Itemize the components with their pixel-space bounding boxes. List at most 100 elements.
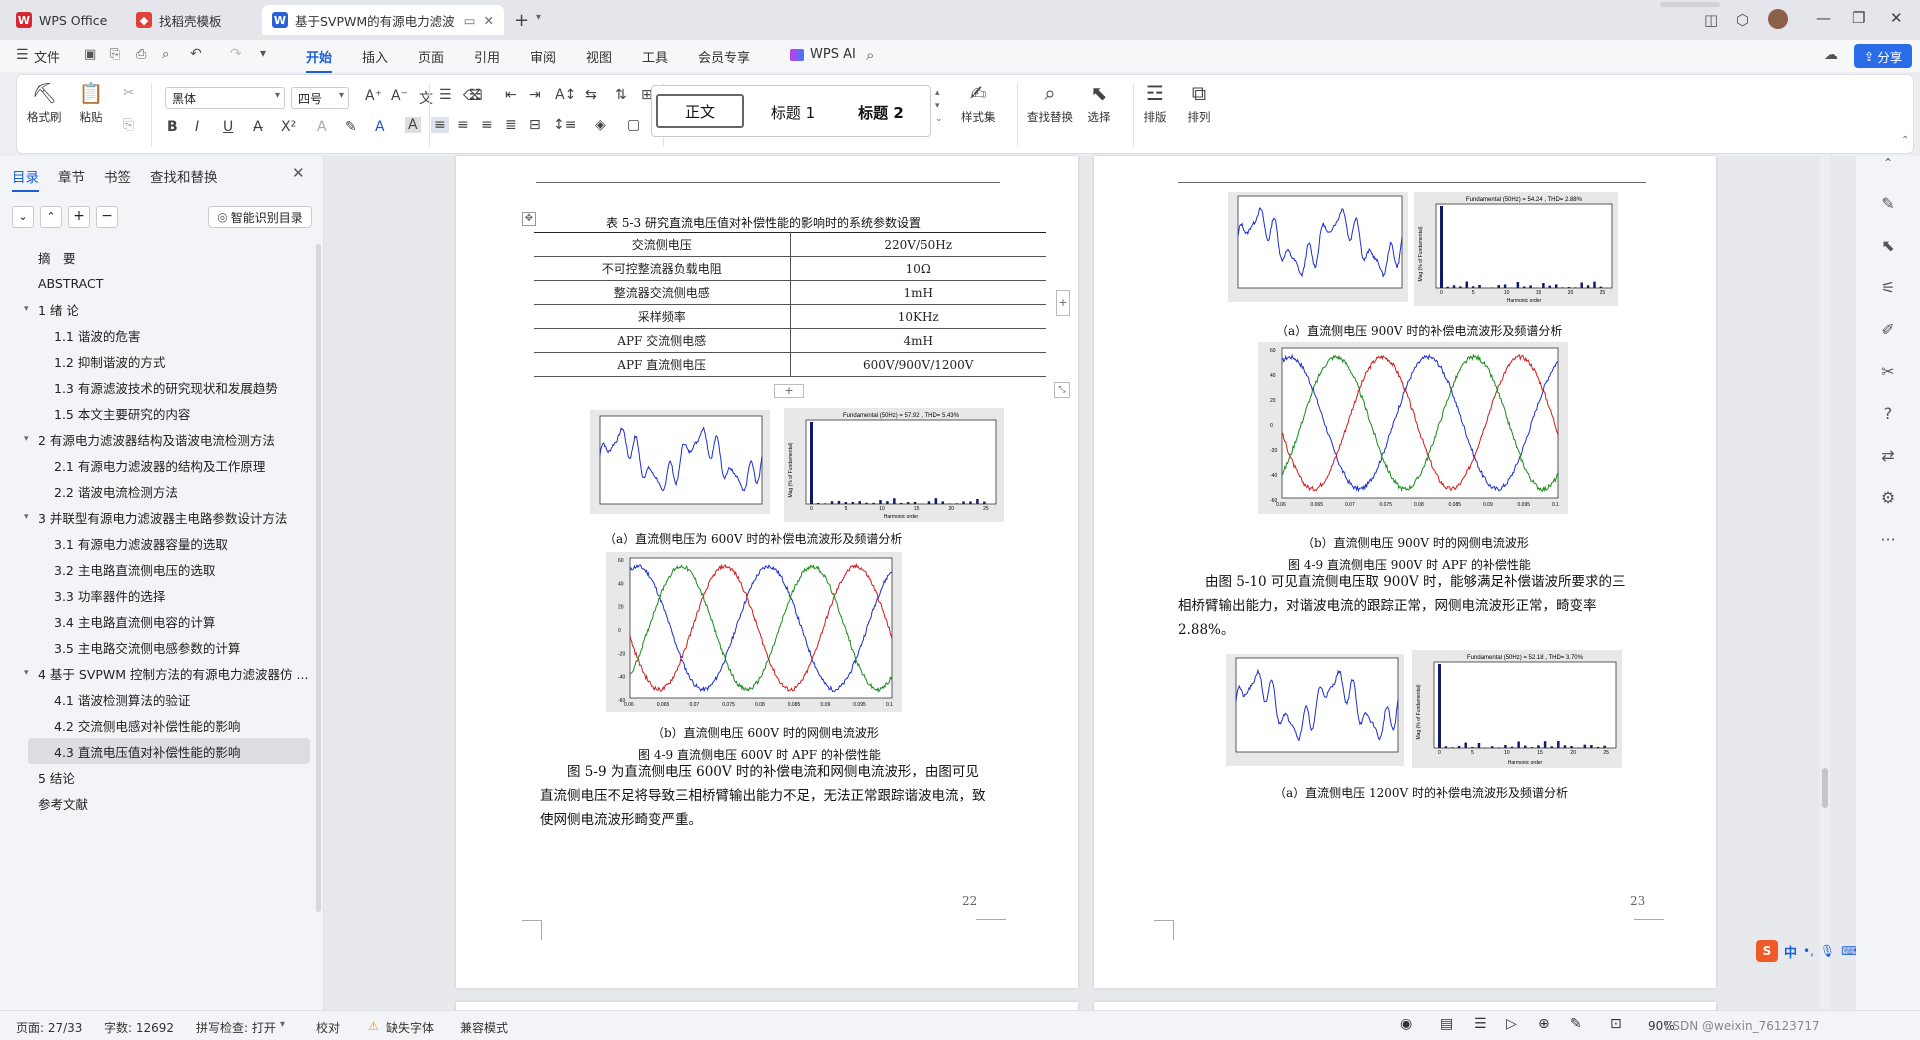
align-center-icon[interactable]: ≡: [457, 117, 469, 133]
minimize-icon[interactable]: —: [1816, 9, 1831, 27]
distribute-icon[interactable]: ⊟: [529, 117, 541, 133]
close-window-icon[interactable]: ✕: [1890, 9, 1903, 27]
toc-item[interactable]: 2.2 谐波电流检测方法: [0, 478, 324, 504]
pane-scrollbar[interactable]: [316, 244, 321, 912]
share-button[interactable]: ⇪ 分享: [1854, 44, 1912, 68]
layout-icon[interactable]: ◫: [1704, 11, 1718, 29]
toc-item[interactable]: 4.1 谐波检测算法的验证: [0, 686, 324, 712]
collapse-ribbon-icon[interactable]: ⌃: [1901, 135, 1909, 146]
sort-direction-icon[interactable]: ⇆: [585, 87, 597, 103]
pointer-icon[interactable]: ⬉: [1878, 236, 1898, 256]
settings-icon[interactable]: ⚙: [1878, 488, 1898, 508]
toc-item[interactable]: 3.4 主电路直流侧电容的计算: [0, 608, 324, 634]
font-size-select[interactable]: 四号: [291, 87, 349, 109]
smart-toc-button[interactable]: ◎ 智能识别目录: [208, 206, 312, 228]
shrink-font-icon[interactable]: A⁻: [391, 88, 408, 104]
toc-item[interactable]: ▾ 4 基于 SVPWM 控制方法的有源电力滤波器仿 ...: [0, 660, 324, 686]
arrange-button[interactable]: ⧉ 排列: [1187, 81, 1211, 125]
find-replace-button[interactable]: ⌕ 查找替换: [1027, 81, 1073, 125]
menu-member[interactable]: 会员专享: [698, 47, 750, 66]
align-left-icon[interactable]: ≡: [431, 117, 449, 133]
collapse-icon[interactable]: ⌃: [1878, 156, 1898, 176]
strikethrough-icon[interactable]: A̶: [253, 119, 263, 135]
toc-item[interactable]: 3.3 功率器件的选择: [0, 582, 324, 608]
pen-icon[interactable]: ✎: [1878, 194, 1898, 214]
tab-find-replace[interactable]: 查找和替换: [150, 166, 218, 186]
decrease-indent-icon[interactable]: ⇤: [505, 87, 517, 103]
add-row-icon[interactable]: +: [774, 384, 804, 398]
italic-icon[interactable]: I: [195, 119, 199, 135]
toc-item[interactable]: 1.1 谐波的危害: [0, 322, 324, 348]
menu-page[interactable]: 页面: [418, 47, 444, 66]
cut-icon[interactable]: ✂: [123, 85, 135, 101]
menu-tools[interactable]: 工具: [642, 47, 668, 66]
bold-icon[interactable]: B: [167, 119, 178, 135]
resize-table-icon[interactable]: ⤡: [1054, 382, 1070, 398]
toc-item[interactable]: 4.2 交流侧电感对补偿性能的影响: [0, 712, 324, 738]
export-icon[interactable]: ⎘: [110, 47, 120, 62]
hamburger-icon[interactable]: ☰: [16, 47, 29, 63]
font-color-icon[interactable]: A: [375, 119, 385, 135]
tab-bookmarks[interactable]: 书签: [104, 166, 131, 186]
eye-icon[interactable]: ◉: [1400, 1016, 1412, 1032]
print-preview-icon[interactable]: ⌕: [162, 47, 169, 62]
font-effect-icon[interactable]: A: [317, 119, 327, 135]
sort-icon[interactable]: ⇅: [615, 87, 627, 103]
save-icon[interactable]: ▣: [84, 47, 96, 62]
expand-triangle-icon[interactable]: ▾: [24, 512, 29, 522]
shading-icon[interactable]: ◈: [595, 117, 606, 133]
search-icon[interactable]: ⌕: [866, 46, 874, 64]
table-move-handle-icon[interactable]: ✥: [522, 212, 536, 226]
write-mode-icon[interactable]: ✎: [1570, 1016, 1582, 1032]
more-icon[interactable]: ···: [1878, 530, 1898, 550]
print-icon[interactable]: ⎙: [136, 47, 146, 62]
adjust-icon[interactable]: ⚟: [1878, 278, 1898, 298]
edit-icon[interactable]: ✐: [1878, 320, 1898, 340]
add-heading-icon[interactable]: +: [68, 206, 90, 228]
toc-item[interactable]: ▾ 2 有源电力滤波器结构及谐波电流检测方法: [0, 426, 324, 452]
toc-item[interactable]: 3.2 主电路直流侧电压的选取: [0, 556, 324, 582]
menu-review[interactable]: 审阅: [530, 47, 556, 66]
toc-item[interactable]: 1.3 有源滤波技术的研究现状和发展趋势: [0, 374, 324, 400]
spell-check[interactable]: 拼写检查: 打开: [196, 1019, 276, 1036]
toc-item[interactable]: 1.2 抑制谐波的方式: [0, 348, 324, 374]
help-icon[interactable]: ?: [1878, 404, 1898, 424]
border-icon[interactable]: ▢: [627, 117, 640, 133]
style-heading-2[interactable]: 标题 2: [838, 96, 924, 128]
style-set-button[interactable]: ✍ 样式集: [961, 81, 996, 125]
tab-wps-office[interactable]: W WPS Office: [6, 5, 120, 35]
highlight-icon[interactable]: ✎: [345, 119, 357, 135]
format-painter-button[interactable]: ⛏ 格式刷: [27, 81, 62, 125]
more-quick-icon[interactable]: ▾: [260, 46, 266, 60]
expand-all-icon[interactable]: ⌃: [40, 206, 62, 228]
drag-handle[interactable]: [1660, 2, 1720, 7]
proofread-button[interactable]: 校对: [316, 1019, 340, 1036]
justify-icon[interactable]: ≣: [505, 117, 517, 133]
cloud-icon[interactable]: ☁: [1824, 47, 1838, 63]
tab-list-chevron-icon[interactable]: ▾: [536, 12, 541, 23]
align-right-icon[interactable]: ≡: [481, 117, 493, 133]
add-column-icon[interactable]: +: [1056, 290, 1070, 316]
toc-item[interactable]: 5 结论: [0, 764, 324, 790]
collapse-all-icon[interactable]: ⌄: [12, 206, 34, 228]
grow-font-icon[interactable]: A⁺: [365, 88, 382, 104]
new-tab-icon[interactable]: +: [514, 10, 529, 31]
line-spacing-icon[interactable]: ↕≡: [553, 117, 576, 133]
undo-icon[interactable]: ↶: [190, 46, 202, 62]
close-pane-icon[interactable]: ✕: [292, 164, 305, 182]
missing-font-button[interactable]: 缺失字体: [386, 1019, 434, 1036]
page-view-icon[interactable]: ▤: [1440, 1016, 1453, 1032]
menu-reference[interactable]: 引用: [474, 47, 500, 66]
expand-triangle-icon[interactable]: ▾: [24, 304, 29, 314]
toc-item[interactable]: 3.1 有源电力滤波器容量的选取: [0, 530, 324, 556]
web-view-icon[interactable]: ⊕: [1538, 1016, 1550, 1032]
bullet-list-icon[interactable]: ☰: [439, 87, 452, 103]
toc-item[interactable]: ▾ 1 绪 论: [0, 296, 324, 322]
menu-home[interactable]: 开始: [306, 47, 333, 73]
menu-wps-ai[interactable]: WPS AI: [810, 47, 856, 62]
text-direction-icon[interactable]: A↕: [555, 87, 576, 103]
fit-icon[interactable]: ⊡: [1610, 1016, 1622, 1032]
restore-icon[interactable]: ❐: [1852, 9, 1865, 27]
style-normal[interactable]: 正文: [656, 94, 744, 128]
toc-item[interactable]: ▾ 3 并联型有源电力滤波器主电路参数设计方法: [0, 504, 324, 530]
